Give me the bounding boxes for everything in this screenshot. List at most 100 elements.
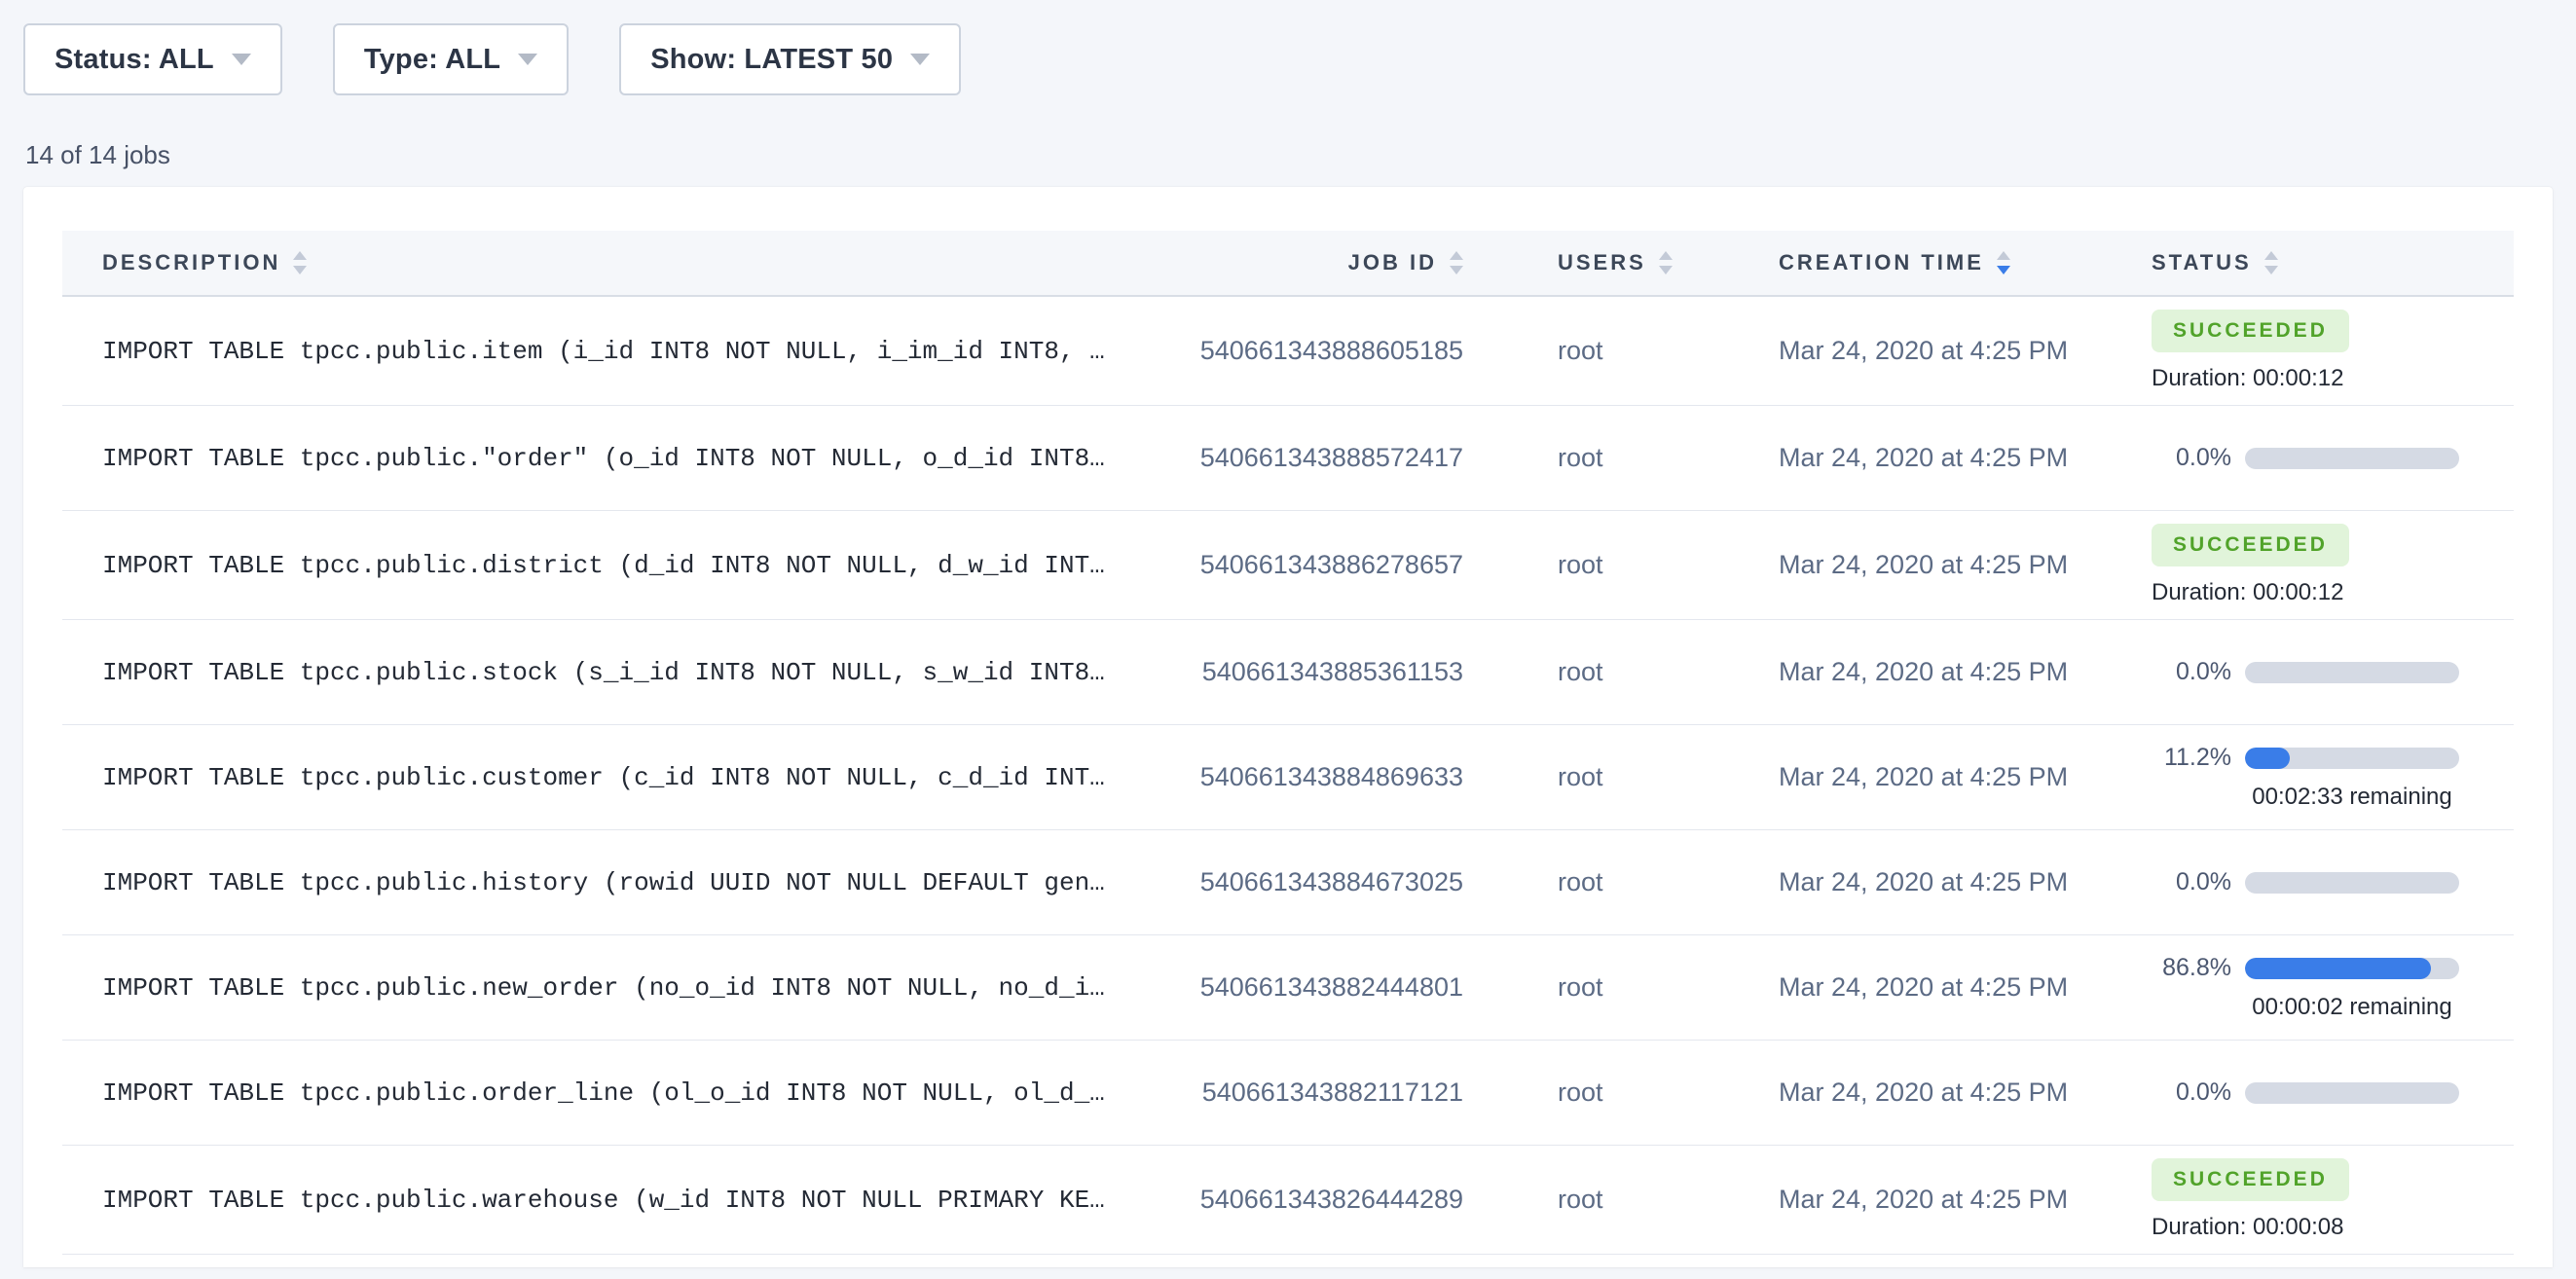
progress-remaining: 00:02:33 remaining (2216, 784, 2488, 811)
column-header-description[interactable]: DESCRIPTION (62, 250, 1122, 275)
job-id-cell: 540661343826444289 (1122, 1185, 1463, 1215)
sort-icons (2264, 251, 2278, 274)
job-status-cell: 0.0% (2152, 658, 2514, 686)
show-filter-label: Show: LATEST 50 (650, 44, 893, 76)
job-status-succeeded: SUCCEEDED Duration: 00:00:08 (2152, 1158, 2514, 1241)
job-id-cell: 540661343882444801 (1122, 972, 1463, 1003)
job-creation-time-cell: Mar 24, 2020 at 4:25 PM (1779, 657, 2152, 687)
job-progress: 0.0% (2152, 1078, 2514, 1107)
job-users-cell: root (1463, 336, 1779, 366)
sort-asc-icon (1450, 251, 1463, 260)
job-status-cell: SUCCEEDED Duration: 00:00:12 (2152, 524, 2514, 606)
job-description: IMPORT TABLE tpcc.public.new_order (no_o… (102, 973, 1122, 1003)
job-id-link[interactable]: 540661343882117121 (1202, 1078, 1463, 1107)
job-id-link[interactable]: 540661343888572417 (1200, 443, 1463, 472)
column-header-job-id[interactable]: JOB ID (1122, 250, 1463, 275)
sort-desc-icon (1659, 266, 1673, 274)
job-users-cell: root (1463, 1078, 1779, 1108)
job-creation-time-cell: Mar 24, 2020 at 4:25 PM (1779, 443, 2152, 473)
job-creation-time: Mar 24, 2020 at 4:25 PM (1779, 972, 2068, 1002)
jobs-page: Status: ALL Type: ALL Show: LATEST 50 14… (0, 0, 2576, 1267)
job-id-cell: 540661343884673025 (1122, 867, 1463, 897)
progress-line: 86.8% (2152, 954, 2514, 982)
sort-icons (1659, 251, 1673, 274)
job-users-cell: root (1463, 762, 1779, 792)
column-header-label: JOB ID (1348, 250, 1437, 275)
job-id-link[interactable]: 540661343826444289 (1200, 1185, 1463, 1214)
job-id-cell: 540661343886278657 (1122, 550, 1463, 580)
sort-icons (1997, 251, 2010, 274)
job-description: IMPORT TABLE tpcc.public.order_line (ol_… (102, 1078, 1122, 1108)
job-status-cell: SUCCEEDED Duration: 00:00:08 (2152, 1158, 2514, 1241)
progress-percent: 0.0% (2152, 444, 2231, 472)
job-id-link[interactable]: 540661343885361153 (1202, 657, 1463, 686)
job-creation-time: Mar 24, 2020 at 4:25 PM (1779, 550, 2068, 579)
job-id-link[interactable]: 540661343882444801 (1200, 972, 1463, 1002)
jobs-count-summary: 14 of 14 jobs (25, 140, 2553, 170)
job-user: root (1558, 762, 1603, 791)
job-progress: 86.8% 00:00:02 remaining (2152, 954, 2514, 1021)
progress-bar (2245, 958, 2459, 979)
column-header-users[interactable]: USERS (1463, 250, 1779, 275)
job-users-cell: root (1463, 972, 1779, 1003)
status-filter-dropdown[interactable]: Status: ALL (23, 23, 282, 95)
job-description-cell: IMPORT TABLE tpcc.public.new_order (no_o… (62, 973, 1122, 1003)
job-user: root (1558, 1078, 1603, 1107)
sort-desc-icon (1450, 266, 1463, 274)
job-id-cell: 540661343884869633 (1122, 762, 1463, 792)
job-user: root (1558, 657, 1603, 686)
progress-line: 0.0% (2152, 1078, 2514, 1107)
job-creation-time: Mar 24, 2020 at 4:25 PM (1779, 657, 2068, 686)
column-header-creation-time[interactable]: CREATION TIME (1779, 250, 2152, 275)
status-badge: SUCCEEDED (2152, 310, 2349, 352)
progress-line: 0.0% (2152, 444, 2514, 472)
job-description: IMPORT TABLE tpcc.public.customer (c_id … (102, 763, 1122, 792)
job-status-succeeded: SUCCEEDED Duration: 00:00:12 (2152, 524, 2514, 606)
job-progress: 0.0% (2152, 658, 2514, 686)
table-row: IMPORT TABLE tpcc.public.district (d_id … (62, 511, 2514, 620)
column-header-label: CREATION TIME (1779, 250, 1984, 275)
job-users-cell: root (1463, 867, 1779, 897)
job-users-cell: root (1463, 657, 1779, 687)
job-description-cell: IMPORT TABLE tpcc.public.item (i_id INT8… (62, 337, 1122, 366)
job-status-cell: 0.0% (2152, 868, 2514, 896)
job-user: root (1558, 443, 1603, 472)
job-creation-time: Mar 24, 2020 at 4:25 PM (1779, 762, 2068, 791)
jobs-table-body: IMPORT TABLE tpcc.public.item (i_id INT8… (62, 297, 2514, 1255)
sort-asc-icon (1659, 251, 1673, 260)
job-description: IMPORT TABLE tpcc.public."order" (o_id I… (102, 444, 1122, 473)
job-id-cell: 540661343888605185 (1122, 336, 1463, 366)
job-creation-time: Mar 24, 2020 at 4:25 PM (1779, 867, 2068, 896)
sort-icons (1450, 251, 1463, 274)
sort-desc-icon (293, 266, 307, 274)
job-user: root (1558, 336, 1603, 365)
job-progress: 0.0% (2152, 444, 2514, 472)
job-id-link[interactable]: 540661343886278657 (1200, 550, 1463, 579)
job-description: IMPORT TABLE tpcc.public.district (d_id … (102, 551, 1122, 580)
job-description: IMPORT TABLE tpcc.public.history (rowid … (102, 868, 1122, 897)
progress-line: 0.0% (2152, 868, 2514, 896)
column-header-status[interactable]: STATUS (2152, 250, 2514, 275)
progress-bar (2245, 1082, 2459, 1104)
job-user: root (1558, 972, 1603, 1002)
job-creation-time-cell: Mar 24, 2020 at 4:25 PM (1779, 336, 2152, 366)
progress-bar (2245, 872, 2459, 894)
type-filter-dropdown[interactable]: Type: ALL (333, 23, 569, 95)
job-status-succeeded: SUCCEEDED Duration: 00:00:12 (2152, 310, 2514, 392)
job-id-cell: 540661343885361153 (1122, 657, 1463, 687)
job-users-cell: root (1463, 550, 1779, 580)
job-creation-time: Mar 24, 2020 at 4:25 PM (1779, 443, 2068, 472)
job-id-cell: 540661343882117121 (1122, 1078, 1463, 1108)
show-filter-dropdown[interactable]: Show: LATEST 50 (619, 23, 961, 95)
job-status-cell: SUCCEEDED Duration: 00:00:12 (2152, 310, 2514, 392)
job-users-cell: root (1463, 1185, 1779, 1215)
sort-asc-icon (2264, 251, 2278, 260)
job-id-link[interactable]: 540661343884869633 (1200, 762, 1463, 791)
progress-line: 11.2% (2152, 744, 2514, 772)
job-id-link[interactable]: 540661343884673025 (1200, 867, 1463, 896)
job-id-link[interactable]: 540661343888605185 (1200, 336, 1463, 365)
table-row: IMPORT TABLE tpcc.public.item (i_id INT8… (62, 297, 2514, 406)
job-user: root (1558, 550, 1603, 579)
table-row: IMPORT TABLE tpcc.public.stock (s_i_id I… (62, 620, 2514, 725)
status-badge: SUCCEEDED (2152, 1158, 2349, 1201)
